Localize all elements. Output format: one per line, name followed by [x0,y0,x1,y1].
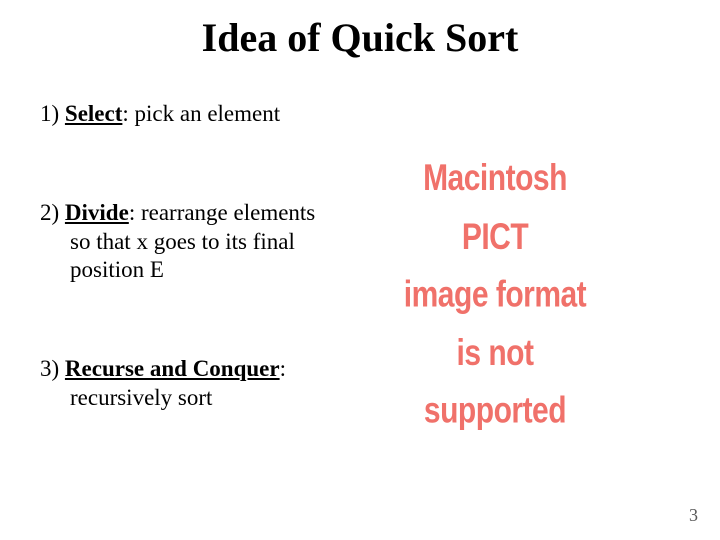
slide: Idea of Quick Sort 1) Select: pick an el… [0,0,720,540]
step-cont: so that x goes to its final [40,228,370,257]
step-select: 1) Select: pick an element [40,100,370,129]
step-number: 1) [40,101,65,126]
pict-placeholder: Macintosh PICT image format is not suppo… [395,150,595,441]
pict-line: image format [395,266,595,324]
step-number: 2) [40,200,65,225]
step-number: 3) [40,356,65,381]
slide-title: Idea of Quick Sort [0,14,720,61]
step-divide: 2) Divide: rearrange elements so that x … [40,199,370,285]
step-label: Select [65,101,122,126]
step-cont: recursively sort [40,384,370,413]
body-text: 1) Select: pick an element 2) Divide: re… [40,100,370,413]
step-recurse: 3) Recurse and Conquer: recursively sort [40,355,370,413]
step-desc: : [280,356,286,381]
pict-line: Macintosh PICT [395,150,595,266]
step-desc: : pick an element [122,101,280,126]
step-label: Divide [65,200,129,225]
pict-line: is not supported [395,324,595,440]
page-number: 3 [689,505,698,526]
step-desc: : rearrange elements [129,200,315,225]
step-label: Recurse and Conquer [65,356,280,381]
step-cont: position E [40,256,370,285]
